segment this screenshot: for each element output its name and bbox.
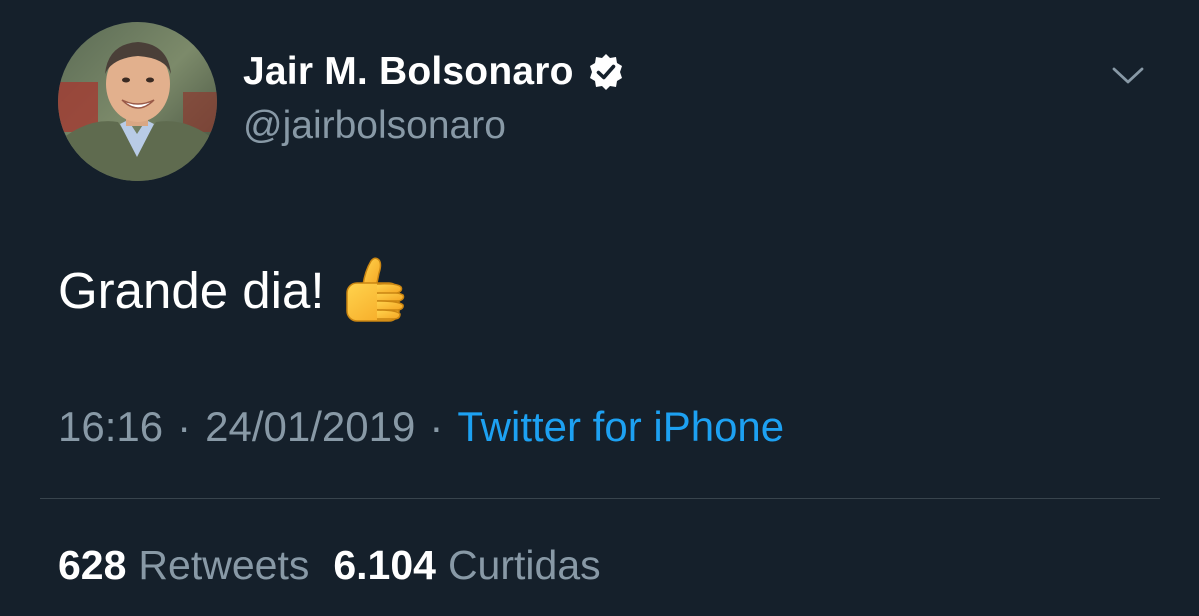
avatar[interactable] <box>58 22 217 181</box>
tweet-time: 16:16 <box>58 403 164 450</box>
name-row: Jair M. Bolsonaro <box>243 48 626 96</box>
thumbs-up-emoji <box>345 257 404 322</box>
tweet-stats: 628 Retweets 6.104 Curtidas <box>58 538 601 592</box>
user-handle[interactable]: @jairbolsonaro <box>243 104 506 148</box>
display-name[interactable]: Jair M. Bolsonaro <box>243 50 574 94</box>
profile-photo <box>58 22 217 181</box>
likes-count[interactable]: 6.104 <box>333 542 436 589</box>
tweet-date: 24/01/2019 <box>205 403 416 450</box>
verified-badge-icon <box>589 54 622 90</box>
divider <box>40 498 1160 499</box>
retweets-count[interactable]: 628 <box>58 542 126 589</box>
chevron-down-icon[interactable] <box>1110 64 1146 88</box>
meta-separator: · <box>177 403 192 450</box>
tweet-text: Grande dia! <box>58 261 325 319</box>
tweet-body: Grande dia! <box>58 252 409 328</box>
tweet-source-link[interactable]: Twitter for iPhone <box>457 403 784 451</box>
tweet-meta: 16:16 · 24/01/2019 · Twitter for iPhone <box>58 400 784 454</box>
meta-separator: · <box>429 403 444 450</box>
retweets-label[interactable]: Retweets <box>138 542 309 589</box>
likes-label[interactable]: Curtidas <box>448 542 601 589</box>
tweet-card: Jair M. Bolsonaro @jairbolsonaro Grande … <box>0 0 1199 616</box>
